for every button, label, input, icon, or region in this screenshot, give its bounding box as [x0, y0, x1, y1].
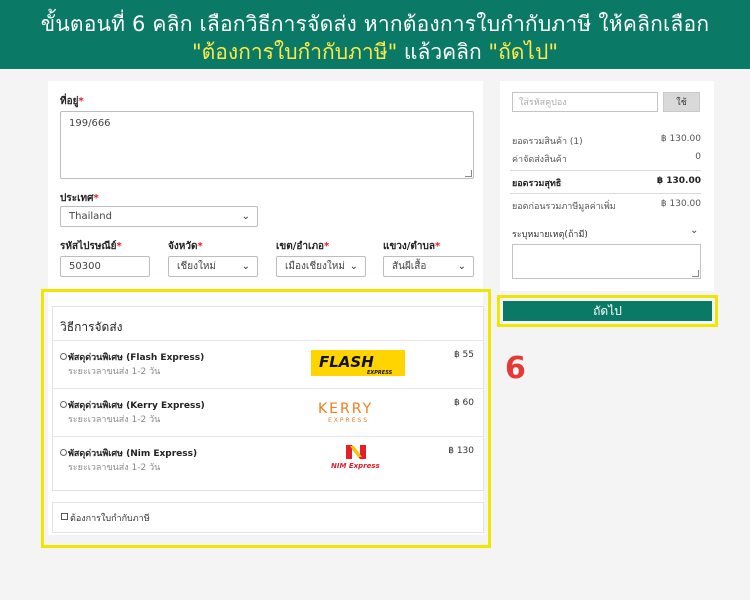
apply-coupon-button[interactable]: ใช้: [663, 92, 700, 112]
country-value: Thailand: [69, 211, 112, 222]
shipping-highlight-frame: [41, 289, 491, 548]
subdistrict-select[interactable]: สันผีเสื้อ ⌄: [383, 256, 474, 277]
country-select[interactable]: Thailand ⌄: [60, 206, 258, 227]
address-label: ที่อยู่*: [60, 96, 84, 107]
divider: [510, 170, 701, 171]
coupon-input[interactable]: ใส่รหัสคูปอง: [512, 92, 658, 112]
subdistrict-label: แขวง/ตำบล*: [383, 241, 441, 252]
banner-quote-next: "ถัดไป": [488, 40, 558, 64]
postal-value: 50300: [69, 261, 101, 272]
chevron-down-icon: ⌄: [241, 211, 250, 222]
subtotal-label: ยอดรวมสินค้า (1): [512, 137, 583, 147]
chevron-down-icon: ⌄: [241, 261, 250, 272]
step-number: 6: [505, 351, 526, 386]
net-total-value: ฿ 130.00: [656, 176, 701, 186]
shipping-fee-label: ค่าจัดส่งสินค้า: [512, 155, 567, 165]
resize-grip-icon[interactable]: [465, 170, 472, 177]
postal-label: รหัสไปรษณีย์*: [60, 241, 122, 252]
province-value: เชียงใหม่: [177, 261, 217, 272]
subtotal-value: ฿ 130.00: [660, 134, 701, 144]
address-textarea[interactable]: 199/666: [60, 111, 474, 179]
net-total-row: ยอดรวมสุทธิ ฿ 130.00: [512, 176, 701, 190]
divider: [510, 193, 701, 194]
shipping-fee-row: ค่าจัดส่งสินค้า 0: [512, 152, 701, 166]
next-button[interactable]: ถัดไป: [503, 301, 712, 321]
notes-textarea[interactable]: [512, 244, 701, 279]
resize-grip-icon[interactable]: [692, 270, 699, 277]
district-value: เมืองเชียงใหม่: [285, 261, 345, 272]
banner-line-2: "ต้องการใบกำกับภาษี" แล้วคลิก "ถัดไป": [0, 36, 750, 69]
subdistrict-value: สันผีเสื้อ: [392, 261, 427, 272]
district-select[interactable]: เมืองเชียงใหม่ ⌄: [276, 256, 366, 277]
subtotal-row: ยอดรวมสินค้า (1) ฿ 130.00: [512, 134, 701, 148]
country-label: ประเทศ*: [60, 193, 99, 204]
postal-input[interactable]: 50300: [60, 256, 150, 277]
net-total-label: ยอดรวมสุทธิ: [512, 179, 562, 189]
chevron-down-icon: ⌄: [349, 261, 358, 272]
chevron-down-icon: ⌄: [457, 261, 466, 272]
district-label: เขต/อำเภอ*: [276, 241, 330, 252]
shipping-fee-value: 0: [695, 152, 701, 162]
pre-vat-value: ฿ 130.00: [660, 199, 701, 209]
banner-mid-text: แล้วคลิก: [397, 40, 489, 64]
pre-vat-label: ยอดก่อนรวมภาษีมูลค่าเพิ่ม: [512, 202, 616, 212]
province-select[interactable]: เชียงใหม่ ⌄: [168, 256, 258, 277]
pre-vat-row: ยอดก่อนรวมภาษีมูลค่าเพิ่ม ฿ 130.00: [512, 199, 701, 213]
chevron-down-icon[interactable]: ⌄: [690, 225, 698, 236]
banner-quote-tax: "ต้องการใบกำกับภาษี": [192, 40, 398, 64]
province-label: จังหวัด*: [168, 241, 203, 252]
address-value: 199/666: [69, 118, 111, 129]
notes-label[interactable]: ระบุหมายเหตุ(ถ้ามี): [512, 227, 588, 241]
instruction-banner: ขั้นตอนที่ 6 คลิก เลือกวิธีการจัดส่ง หาก…: [0, 0, 750, 69]
